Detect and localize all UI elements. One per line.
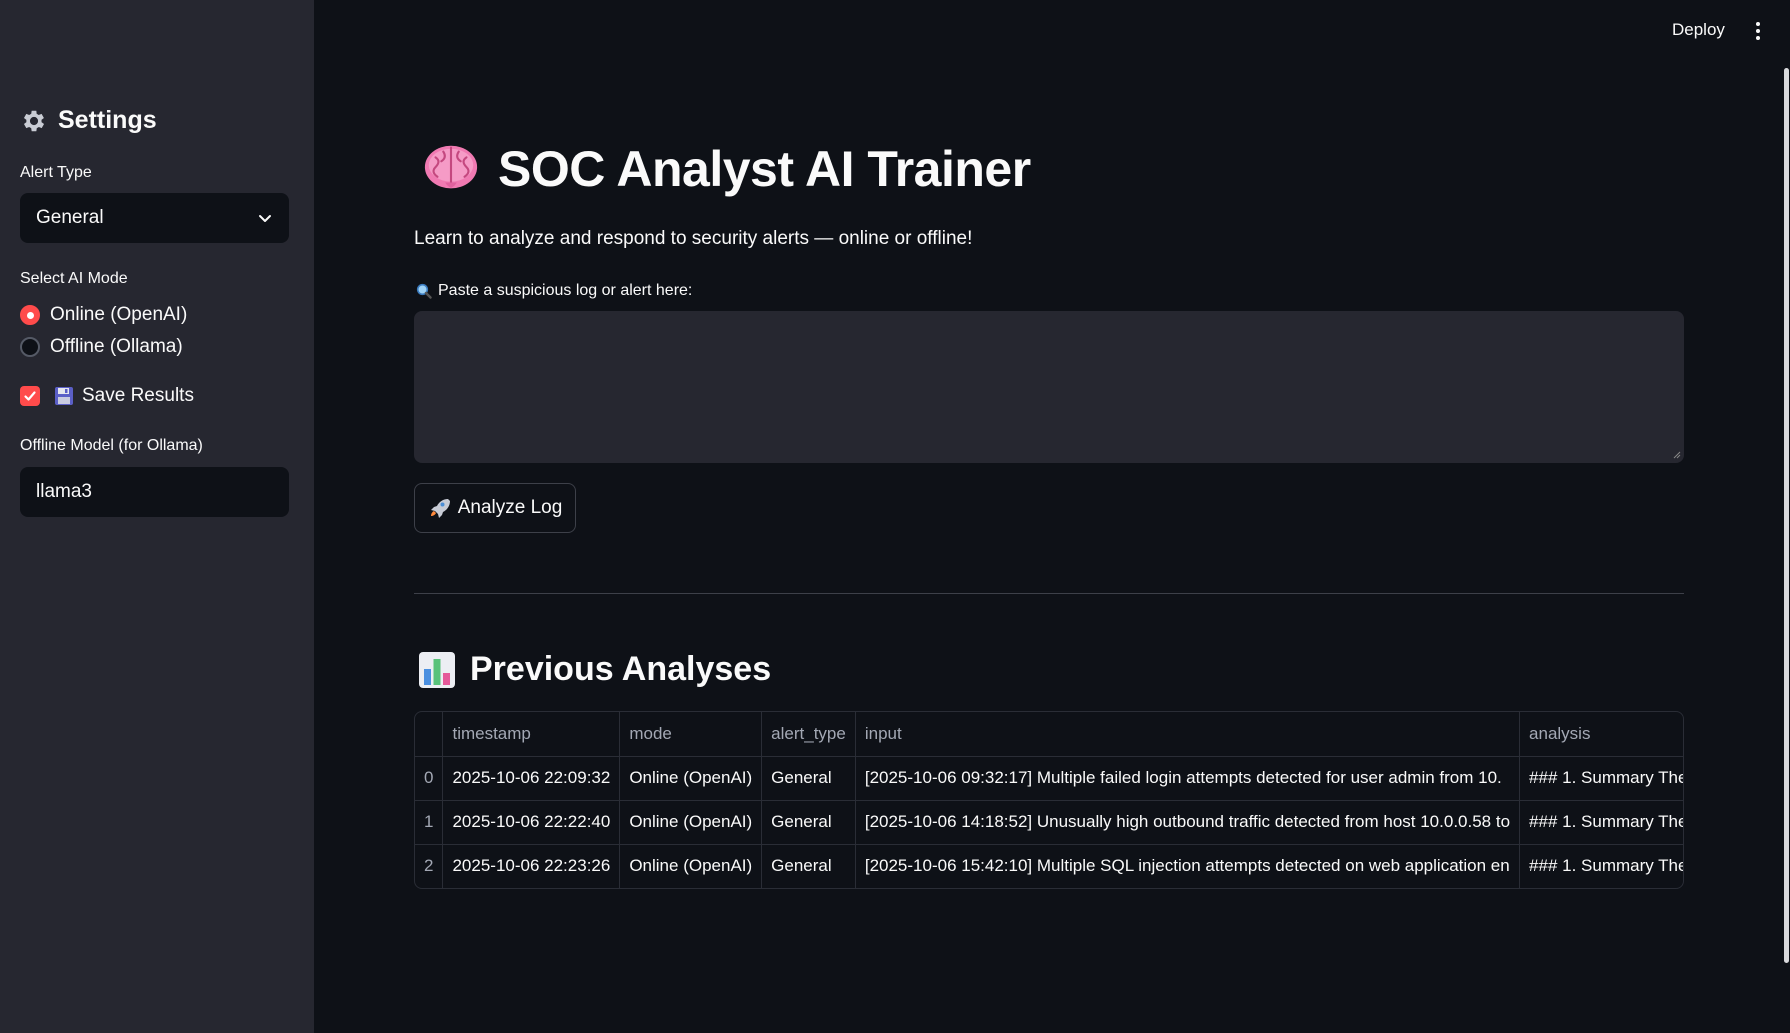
alert-type-value: General [36, 207, 104, 228]
page-title-text: SOC Analyst AI Trainer [498, 141, 1031, 197]
log-input-label: Paste a suspicious log or alert here: [416, 282, 692, 300]
cell-index: 1 [415, 800, 444, 845]
column-header-input[interactable]: input [855, 712, 1521, 757]
ai-mode-label: Select AI Mode [20, 270, 128, 287]
save-results-label: Save Results [82, 385, 194, 406]
offline-model-input[interactable] [20, 467, 289, 517]
cell-index: 0 [415, 756, 444, 801]
checkbox-checked[interactable] [20, 386, 40, 406]
column-header-timestamp[interactable]: timestamp [442, 712, 621, 757]
table-row[interactable]: 1 2025-10-06 22:22:40 Online (OpenAI) Ge… [415, 800, 1683, 845]
cell-analysis[interactable]: ### 1. Summary The l [1519, 756, 1683, 801]
cell-timestamp[interactable]: 2025-10-06 22:23:26 [442, 844, 621, 888]
cell-input[interactable]: [2025-10-06 15:42:10] Multiple SQL injec… [855, 844, 1521, 888]
radio-button[interactable] [20, 337, 40, 357]
save-results-checkbox[interactable]: Save Results [20, 385, 194, 407]
brain-icon [424, 145, 478, 189]
offline-model-label: Offline Model (for Ollama) [20, 437, 203, 454]
radio-label-online: Online (OpenAI) [50, 304, 188, 325]
column-header-alert-type[interactable]: alert_type [761, 712, 856, 757]
analyze-log-button[interactable]: Analyze Log [414, 483, 576, 533]
cell-mode[interactable]: Online (OpenAI) [619, 800, 763, 845]
cell-mode[interactable]: Online (OpenAI) [619, 844, 763, 888]
cell-alert-type[interactable]: General [761, 844, 856, 888]
cell-input[interactable]: [2025-10-06 14:18:52] Unusually high out… [855, 800, 1521, 845]
cell-index: 2 [415, 844, 444, 888]
gear-icon [23, 110, 45, 131]
cell-timestamp[interactable]: 2025-10-06 22:22:40 [442, 800, 621, 845]
previous-analyses-title: Previous Analyses [470, 650, 772, 688]
cell-alert-type[interactable]: General [761, 756, 856, 801]
radio-offline-ollama[interactable]: Offline (Ollama) [20, 336, 183, 358]
cell-alert-type[interactable]: General [761, 800, 856, 845]
sidebar-title-text: Settings [58, 106, 157, 134]
cell-timestamp[interactable]: 2025-10-06 22:09:32 [442, 756, 621, 801]
radio-button-selected[interactable] [20, 305, 40, 325]
main-menu-icon[interactable] [1750, 20, 1766, 42]
table-row[interactable]: 2 2025-10-06 22:23:26 Online (OpenAI) Ge… [415, 844, 1683, 888]
table-header-row: timestamp mode alert_type input analysis [415, 712, 1683, 757]
page-subtitle: Learn to analyze and respond to security… [414, 228, 973, 249]
cell-analysis[interactable]: ### 1. Summary The l [1519, 844, 1683, 888]
rocket-icon [430, 499, 450, 518]
cell-input[interactable]: [2025-10-06 09:32:17] Multiple failed lo… [855, 756, 1521, 801]
cell-mode[interactable]: Online (OpenAI) [619, 756, 763, 801]
resize-handle-icon[interactable] [1673, 451, 1681, 459]
bar-chart-icon [419, 651, 455, 688]
floppy-disk-icon [55, 387, 73, 405]
deploy-button[interactable]: Deploy [1672, 20, 1725, 40]
check-icon [24, 391, 36, 401]
alert-type-select[interactable]: General [20, 193, 289, 243]
previous-analyses-heading: Previous Analyses [418, 650, 771, 689]
radio-label-offline: Offline (Ollama) [50, 336, 183, 357]
sidebar-title: Settings [20, 106, 157, 135]
table-row[interactable]: 0 2025-10-06 22:09:32 Online (OpenAI) Ge… [415, 756, 1683, 801]
magnifier-icon [416, 283, 432, 299]
column-header-analysis[interactable]: analysis [1519, 712, 1683, 757]
section-divider [414, 593, 1684, 594]
cell-analysis[interactable]: ### 1. Summary The l [1519, 800, 1683, 845]
analyze-log-label: Analyze Log [457, 497, 563, 518]
column-header-index[interactable] [415, 712, 444, 757]
scrollbar[interactable] [1784, 68, 1789, 963]
chevron-down-icon [259, 215, 271, 222]
page-title: SOC Analyst AI Trainer [422, 140, 1031, 198]
radio-online-openai[interactable]: Online (OpenAI) [20, 304, 187, 326]
sidebar: Settings Alert Type General Select AI Mo… [0, 0, 314, 1033]
log-input-label-text: Paste a suspicious log or alert here: [438, 282, 693, 299]
alert-type-label: Alert Type [20, 164, 92, 181]
log-input-textarea[interactable] [414, 311, 1684, 463]
previous-analyses-table[interactable]: timestamp mode alert_type input analysis… [414, 711, 1684, 889]
column-header-mode[interactable]: mode [619, 712, 763, 757]
